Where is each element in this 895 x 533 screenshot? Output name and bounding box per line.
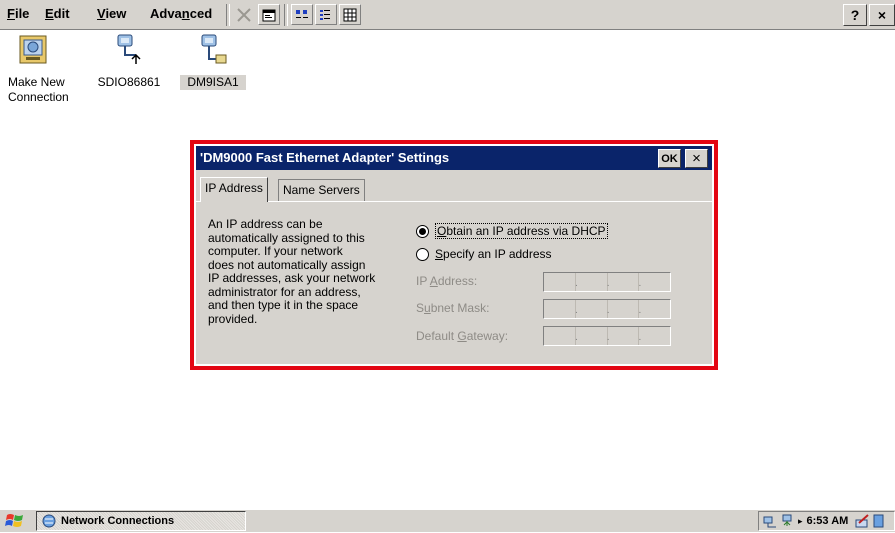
dhcp-radio-button[interactable] — [416, 224, 429, 238]
static-ip-radio-label[interactable]: Specify an IP address — [435, 247, 552, 261]
ip-address-field[interactable]: ... — [543, 272, 671, 292]
description-line: provided. — [208, 311, 258, 326]
taskbar: Network Connections ▸ 6:53 AM — [0, 509, 895, 532]
details-view-icon[interactable] — [339, 4, 361, 25]
description-line: computer. If your network — [208, 244, 343, 258]
adapter-settings-dialog: 'DM9000 Fast Ethernet Adapter' Settings … — [196, 146, 712, 364]
toolbar-separator — [226, 4, 230, 26]
desktop-icon-label: Make New — [8, 75, 65, 89]
description-line: administrator for an address, — [208, 284, 361, 299]
menu-bar: File Edit View Advanced ? × — [0, 0, 895, 30]
input-panel-icon[interactable] — [854, 513, 870, 529]
dhcp-radio-option[interactable]: Obtain an IP address via DHCP — [416, 223, 608, 239]
desktop-icon-dm9isa1[interactable]: DM9ISA1 — [180, 33, 246, 90]
taskbar-task-label: Network Connections — [61, 515, 175, 527]
dialog-title: 'DM9000 Fast Ethernet Adapter' Settings — [200, 150, 450, 165]
properties-icon[interactable] — [258, 4, 280, 25]
desktop-icon-label-line2: Connection — [8, 90, 69, 104]
dialog-titlebar: 'DM9000 Fast Ethernet Adapter' Settings … — [196, 146, 712, 170]
wireless-network-icon — [112, 33, 146, 67]
taskbar-network-connections[interactable]: Network Connections — [36, 511, 246, 531]
clock[interactable]: 6:53 AM — [807, 515, 849, 527]
menu-advanced[interactable]: Advanced — [150, 6, 212, 21]
description-line: does not automatically assign — [208, 257, 366, 272]
description-line: IP addresses, ask your network — [208, 271, 376, 285]
default-gateway-label: Default Gateway: — [416, 329, 509, 343]
subnet-mask-field[interactable]: ... — [543, 299, 671, 319]
wireless-tray-icon[interactable] — [780, 513, 796, 529]
default-gateway-field[interactable]: ... — [543, 326, 671, 346]
dhcp-radio-label[interactable]: Obtain an IP address via DHCP — [435, 223, 608, 239]
subnet-mask-label: Subnet Mask: — [416, 301, 490, 315]
toolbar-separator — [284, 4, 288, 26]
wired-network-icon — [196, 33, 230, 67]
static-ip-radio-option[interactable]: Specify an IP address — [416, 247, 552, 261]
description-text: An IP address can be automatically assig… — [208, 217, 408, 326]
start-button[interactable] — [4, 512, 26, 530]
network-connections-icon — [42, 514, 56, 528]
tray-expand-icon[interactable]: ▸ — [798, 516, 803, 527]
ip-address-label: IP Address: — [416, 274, 478, 288]
desktop-icon-make-new-connection[interactable]: Make New Connection — [8, 33, 69, 105]
menu-edit[interactable]: Edit — [45, 6, 70, 21]
ok-button[interactable]: OK — [658, 149, 681, 168]
close-button[interactable]: × — [869, 4, 895, 26]
description-line: and then type it in the space — [208, 298, 359, 312]
static-ip-radio-button[interactable] — [416, 247, 429, 261]
large-icons-view-icon[interactable] — [291, 4, 313, 25]
list-view-icon[interactable] — [315, 4, 337, 25]
network-tray-icon[interactable] — [762, 513, 778, 529]
desktop-icon-label: DM9ISA1 — [180, 75, 246, 90]
tab-ip-address[interactable]: IP Address — [200, 177, 268, 202]
ip-address-panel: An IP address can be automatically assig… — [196, 201, 712, 364]
menu-view[interactable]: View — [97, 6, 126, 21]
make-new-connection-icon — [16, 33, 50, 67]
dialog-close-button[interactable]: × — [685, 149, 708, 168]
description-line: An IP address can be — [208, 217, 323, 231]
tab-name-servers[interactable]: Name Servers — [278, 179, 365, 201]
menu-file[interactable]: File — [7, 6, 29, 21]
desktop-icon-label: SDIO86861 — [97, 75, 161, 89]
desktop-icon[interactable] — [872, 513, 884, 529]
description-line: automatically assigned to this — [208, 230, 365, 245]
delete-icon[interactable] — [233, 4, 255, 25]
system-tray: ▸ 6:53 AM — [758, 511, 895, 531]
help-button[interactable]: ? — [843, 4, 867, 26]
desktop-icon-sdio86861[interactable]: SDIO86861 — [94, 33, 164, 90]
